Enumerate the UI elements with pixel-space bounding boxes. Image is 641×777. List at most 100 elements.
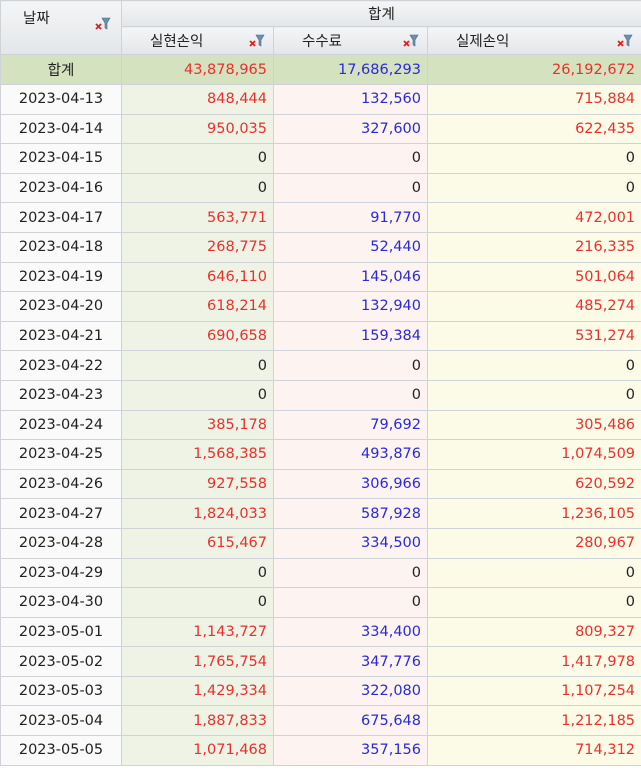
date-cell: 2023-04-30 [0,587,122,618]
total-actual-pnl: 26,192,672 [426,54,641,85]
realized-pnl-cell: 1,143,727 [121,616,274,648]
fee-cell: 132,940 [273,291,428,322]
table-row[interactable]: 2023-04-30 0 0 0 [0,587,641,618]
actual-pnl-cell: 620,592 [426,468,641,500]
realized-pnl-cell: 0 [121,350,274,381]
actual-pnl-cell: 305,486 [426,409,641,441]
date-cell: 2023-04-15 [0,143,122,174]
date-cell: 2023-04-28 [0,527,122,559]
date-column-header[interactable]: 날짜 [0,0,122,55]
filter-clear-icon[interactable] [617,34,633,48]
filter-clear-icon[interactable] [95,17,111,31]
date-cell: 2023-04-22 [0,350,122,381]
realized-pnl-cell: 1,568,385 [121,439,274,470]
realized-pnl-cell: 1,429,334 [121,675,274,707]
actual-pnl-cell: 0 [426,350,641,381]
table-row[interactable]: 2023-04-22 0 0 0 [0,350,641,381]
date-cell: 2023-05-03 [0,675,122,707]
realized-pnl-cell: 690,658 [121,320,274,352]
table-row[interactable]: 2023-04-26 927,558 306,966 620,592 [0,468,641,500]
table-row[interactable]: 2023-05-05 1,071,468 357,156 714,312 [0,735,641,766]
actual-pnl-cell: 0 [426,379,641,411]
table-row[interactable]: 2023-04-29 0 0 0 [0,557,641,589]
table-row[interactable]: 2023-04-16 0 0 0 [0,172,641,204]
actual-pnl-cell: 0 [426,172,641,204]
filter-clear-icon[interactable] [249,34,265,48]
table-row[interactable]: 2023-04-13 848,444 132,560 715,884 [0,84,641,115]
table-row[interactable]: 2023-05-01 1,143,727 334,400 809,327 [0,616,641,648]
realized-pnl-cell: 927,558 [121,468,274,500]
fee-cell: 132,560 [273,84,428,115]
table-row[interactable]: 2023-04-24 385,178 79,692 305,486 [0,409,641,441]
actual-pnl-cell: 1,417,978 [426,646,641,677]
realized-pnl-label: 실현손익 [150,34,204,50]
date-cell: 2023-05-02 [0,646,122,677]
date-cell: 2023-04-29 [0,557,122,589]
date-cell: 2023-04-24 [0,409,122,441]
realized-pnl-cell: 1,765,754 [121,646,274,677]
fee-cell: 334,500 [273,527,428,559]
date-cell: 2023-05-04 [0,705,122,737]
group-header-total: 합계 [120,0,641,27]
actual-pnl-cell: 216,335 [426,231,641,263]
realized-pnl-cell: 646,110 [121,261,274,293]
table-row[interactable]: 2023-04-23 0 0 0 [0,379,641,411]
actual-pnl-cell: 1,212,185 [426,705,641,737]
actual-pnl-cell: 1,236,105 [426,498,641,529]
realized-pnl-column-header[interactable]: 실현손익 [121,26,274,55]
table-row[interactable]: 2023-05-03 1,429,334 322,080 1,107,254 [0,675,641,707]
table-row[interactable]: 2023-04-14 950,035 327,600 622,435 [0,113,641,145]
fee-column-header[interactable]: 수수료 [273,26,428,55]
total-row-label: 합계 [0,54,122,85]
date-cell: 2023-04-14 [0,113,122,145]
table-row[interactable]: 2023-05-02 1,765,754 347,776 1,417,978 [0,646,641,677]
fee-cell: 159,384 [273,320,428,352]
filter-clear-icon[interactable] [403,34,419,48]
date-cell: 2023-04-26 [0,468,122,500]
actual-pnl-label: 실제손익 [456,34,510,50]
realized-pnl-cell: 1,887,833 [121,705,274,737]
table-row[interactable]: 2023-04-28 615,467 334,500 280,967 [0,527,641,559]
actual-pnl-cell: 809,327 [426,616,641,648]
actual-pnl-cell: 714,312 [426,735,641,766]
actual-pnl-cell: 0 [426,143,641,174]
fee-cell: 79,692 [273,409,428,441]
table-row[interactable]: 2023-04-15 0 0 0 [0,143,641,174]
table-row[interactable]: 2023-05-04 1,887,833 675,648 1,212,185 [0,705,641,737]
fee-cell: 0 [273,557,428,589]
table-row[interactable]: 2023-04-17 563,771 91,770 472,001 [0,202,641,233]
fee-cell: 0 [273,379,428,411]
table-row[interactable]: 2023-04-18 268,775 52,440 216,335 [0,231,641,263]
total-row[interactable]: 합계 43,878,965 17,686,293 26,192,672 [0,54,641,85]
realized-pnl-cell: 950,035 [121,113,274,145]
realized-pnl-cell: 0 [121,557,274,589]
realized-pnl-cell: 0 [121,172,274,204]
fee-cell: 306,966 [273,468,428,500]
total-realized-pnl: 43,878,965 [121,54,274,85]
date-cell: 2023-04-18 [0,231,122,263]
date-cell: 2023-05-05 [0,735,122,766]
table-row[interactable]: 2023-04-20 618,214 132,940 485,274 [0,291,641,322]
date-cell: 2023-04-27 [0,498,122,529]
total-fee: 17,686,293 [273,54,428,85]
fee-cell: 0 [273,350,428,381]
date-cell: 2023-04-16 [0,172,122,204]
realized-pnl-cell: 1,071,468 [121,735,274,766]
actual-pnl-column-header[interactable]: 실제손익 [426,26,641,55]
fee-cell: 322,080 [273,675,428,707]
actual-pnl-cell: 485,274 [426,291,641,322]
table-row[interactable]: 2023-04-21 690,658 159,384 531,274 [0,320,641,352]
realized-pnl-cell: 0 [121,587,274,618]
table-row[interactable]: 2023-04-19 646,110 145,046 501,064 [0,261,641,293]
date-cell: 2023-05-01 [0,616,122,648]
date-cell: 2023-04-17 [0,202,122,233]
fee-cell: 493,876 [273,439,428,470]
fee-cell: 0 [273,587,428,618]
table-row[interactable]: 2023-04-27 1,824,033 587,928 1,236,105 [0,498,641,529]
actual-pnl-cell: 280,967 [426,527,641,559]
fee-cell: 347,776 [273,646,428,677]
table-row[interactable]: 2023-04-25 1,568,385 493,876 1,074,509 [0,439,641,470]
actual-pnl-cell: 472,001 [426,202,641,233]
fee-cell: 334,400 [273,616,428,648]
realized-pnl-cell: 848,444 [121,84,274,115]
